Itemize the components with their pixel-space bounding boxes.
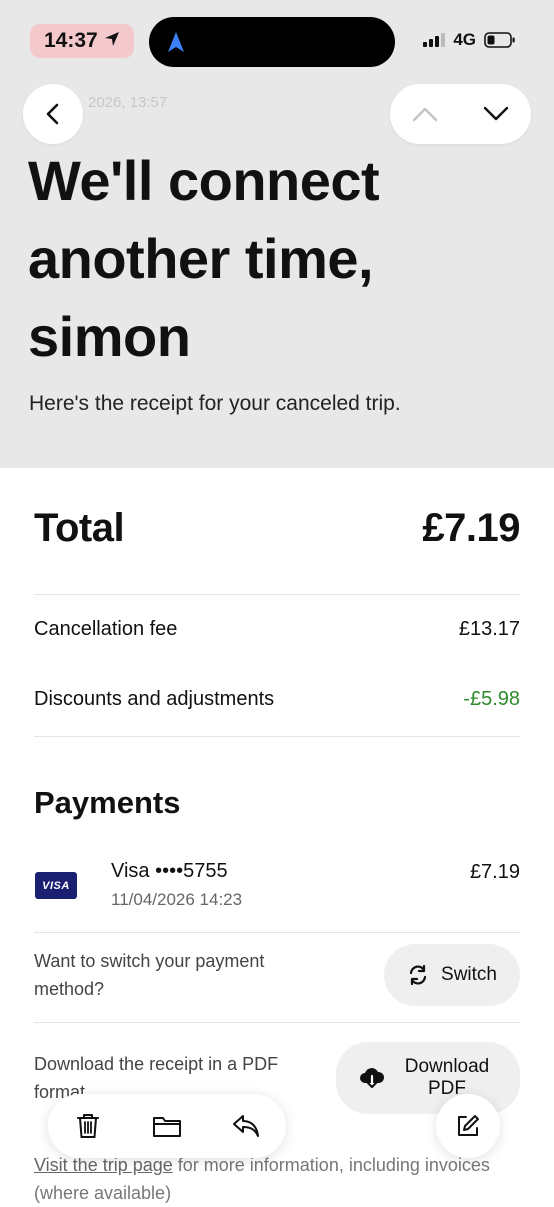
- navigation-arrow-icon: [168, 32, 184, 52]
- switch-label: Switch: [441, 964, 497, 985]
- delete-button[interactable]: [63, 1101, 113, 1151]
- compose-icon: [458, 1115, 479, 1136]
- move-to-folder-button[interactable]: [142, 1101, 192, 1151]
- line-item-discounts: Discounts and adjustments -£5.98: [34, 688, 520, 711]
- visit-trip-page-link[interactable]: Visit the trip page: [34, 1155, 173, 1175]
- payments-title: Payments: [34, 785, 181, 820]
- system-icons: 4G: [423, 30, 516, 50]
- trip-page-info: Visit the trip page for more information…: [34, 1151, 524, 1207]
- next-button[interactable]: [471, 89, 521, 139]
- divider: [34, 932, 520, 933]
- battery-icon: [484, 32, 515, 48]
- chevron-up-icon: [413, 107, 438, 122]
- reply-button[interactable]: [221, 1101, 271, 1151]
- folder-icon: [152, 1117, 181, 1137]
- dynamic-island[interactable]: [149, 17, 395, 67]
- switch-button[interactable]: Switch: [384, 944, 520, 1006]
- network-type: 4G: [453, 30, 476, 49]
- chevron-left-icon: [46, 103, 59, 125]
- message-nav-pill: [390, 84, 531, 144]
- download-pdf-label: Download PDF: [404, 1056, 490, 1099]
- back-button[interactable]: [23, 84, 83, 144]
- line-item-value: -£5.98: [463, 688, 520, 710]
- previous-button[interactable]: [400, 89, 450, 139]
- divider: [34, 736, 520, 737]
- reply-icon: [233, 1115, 260, 1137]
- refresh-icon: [409, 964, 427, 986]
- visa-card-icon: VISA: [35, 872, 77, 899]
- total-label: Total: [34, 506, 125, 550]
- status-time: 14:37: [44, 29, 98, 52]
- cloud-download-icon: [360, 1068, 385, 1089]
- total-row: Total £7.19: [34, 506, 520, 551]
- line-item-value: £13.17: [458, 618, 520, 640]
- total-value: £7.19: [422, 506, 520, 550]
- chevron-down-icon: [483, 106, 508, 121]
- location-arrow-icon: [104, 29, 120, 53]
- download-pdf-button[interactable]: Download PDF: [336, 1042, 520, 1114]
- status-time-pill[interactable]: 14:37: [30, 24, 134, 58]
- page-title: We'll connect another time, simon: [28, 149, 380, 368]
- divider: [34, 594, 520, 595]
- line-item-label: Cancellation fee: [34, 618, 178, 640]
- compose-button[interactable]: [436, 1094, 500, 1158]
- payment-amount: £7.19: [469, 861, 520, 883]
- divider: [34, 1022, 520, 1023]
- faded-trip-date: 2026, 13:57: [88, 94, 168, 111]
- line-item-cancellation-fee: Cancellation fee £13.17: [34, 618, 520, 641]
- status-bar: 14:37 4G: [0, 0, 554, 84]
- page-subtitle: Here's the receipt for your canceled tri…: [29, 392, 401, 415]
- payment-card-name: Visa ••••5755: [111, 860, 228, 882]
- switch-payment-prompt: Want to switch your payment method?: [34, 951, 265, 999]
- mail-toolbar: [48, 1094, 286, 1158]
- line-item-label: Discounts and adjustments: [34, 688, 275, 710]
- payment-date: 11/04/2026 14:23: [111, 890, 243, 909]
- trash-icon: [76, 1114, 99, 1138]
- signal-icon: [423, 33, 446, 47]
